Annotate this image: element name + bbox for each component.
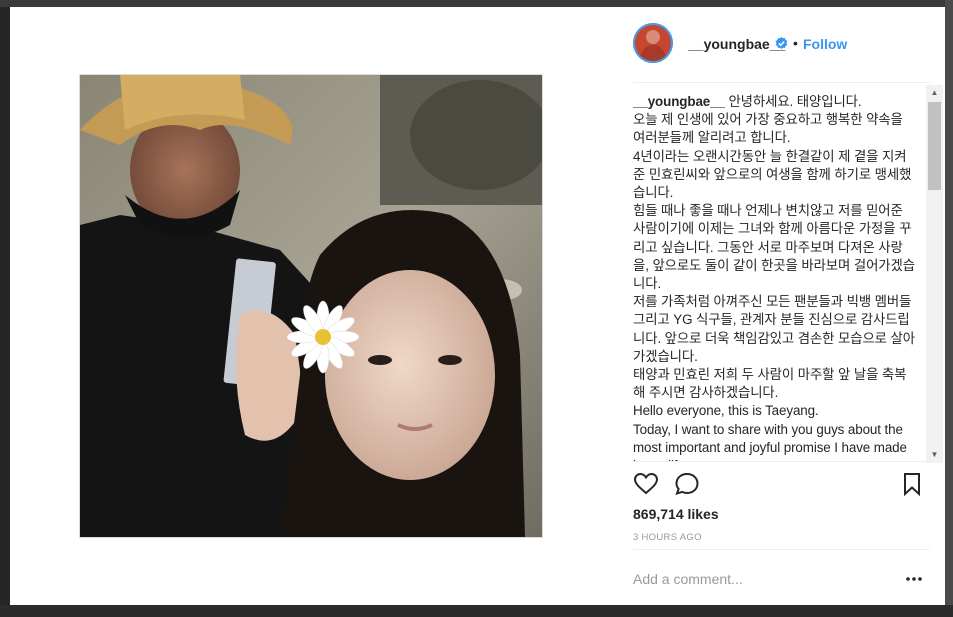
- separator-dot: •: [793, 35, 798, 51]
- post-actions: [633, 471, 933, 501]
- caption-username[interactable]: __youngbae__: [633, 94, 725, 109]
- avatar[interactable]: [633, 23, 673, 63]
- caption-scroll-area[interactable]: __youngbae__ 안녕하세요. 태양입니다. 오늘 제 인생에 있어 가…: [633, 93, 917, 461]
- more-options-icon[interactable]: [905, 570, 923, 588]
- post-timestamp[interactable]: 3 HOURS AGO: [633, 532, 702, 543]
- follow-button[interactable]: Follow: [803, 36, 847, 52]
- post-sidebar: __youngbae__ • Follow __youngbae__ 안녕하세요…: [623, 7, 945, 605]
- post-photo[interactable]: [79, 74, 543, 538]
- avatar-image: [633, 23, 673, 63]
- divider: [633, 549, 930, 550]
- divider: [633, 82, 930, 83]
- bookmark-icon[interactable]: [899, 471, 925, 497]
- photo-image: [80, 75, 542, 537]
- caption-scrollbar[interactable]: ▲ ▼: [926, 85, 943, 463]
- divider: [633, 461, 930, 462]
- scroll-up-arrow-icon[interactable]: ▲: [926, 85, 943, 101]
- post-header: __youngbae__ • Follow: [633, 23, 933, 67]
- comment-input[interactable]: [633, 569, 883, 589]
- backdrop-edge: [945, 0, 953, 617]
- likes-count[interactable]: 869,714 likes: [633, 506, 719, 522]
- post-modal: __youngbae__ • Follow __youngbae__ 안녕하세요…: [10, 7, 945, 605]
- heart-icon[interactable]: [633, 471, 659, 497]
- verified-badge-icon: [775, 37, 788, 50]
- backdrop-bottom: [0, 605, 953, 617]
- scroll-thumb[interactable]: [928, 102, 941, 190]
- comment-icon[interactable]: [674, 471, 700, 497]
- username-link[interactable]: __youngbae__: [688, 36, 785, 52]
- backdrop: [0, 0, 953, 7]
- caption-text: 안녕하세요. 태양입니다. 오늘 제 인생에 있어 가장 중요하고 행복한 약속…: [633, 94, 915, 461]
- caption: __youngbae__ 안녕하세요. 태양입니다. 오늘 제 인생에 있어 가…: [633, 93, 917, 461]
